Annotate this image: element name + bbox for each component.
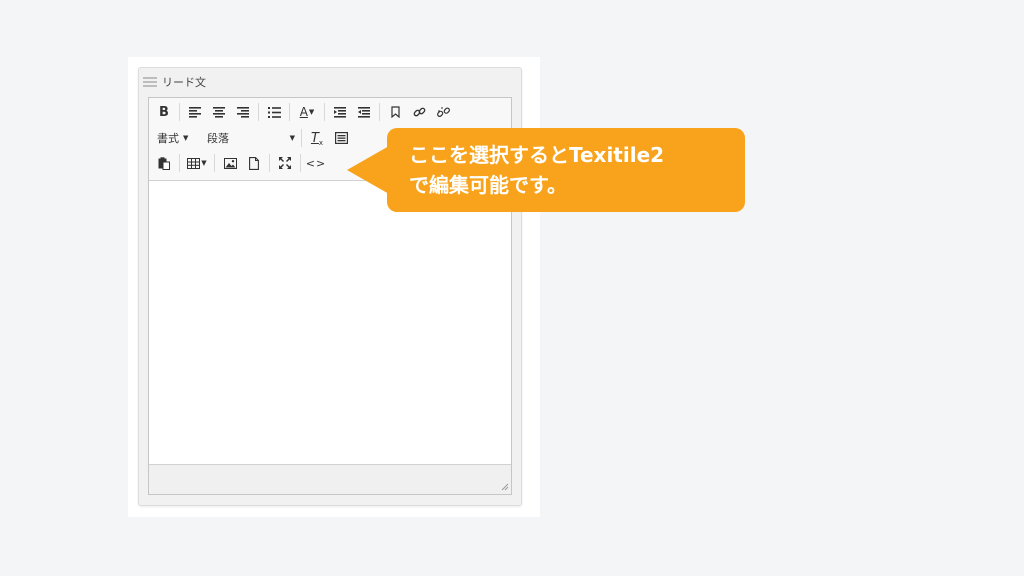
toolbar-separator xyxy=(300,154,301,172)
editor-statusbar xyxy=(149,464,511,494)
toolbar-separator xyxy=(289,103,290,121)
format-dropdown-label: 書式 xyxy=(157,132,179,145)
image-icon xyxy=(223,157,237,169)
table-button[interactable]: ▼ xyxy=(184,152,210,174)
unlink-icon xyxy=(436,106,450,117)
panel-title: リード文 xyxy=(162,76,206,89)
align-left-icon xyxy=(189,106,201,118)
callout-line-1: ここを選択するとTexitile2 xyxy=(409,143,665,167)
paste-icon xyxy=(158,156,170,170)
fullscreen-button[interactable] xyxy=(274,152,296,174)
link-icon xyxy=(413,107,425,116)
format-dropdown[interactable]: 書式 ▼ xyxy=(153,128,203,148)
paste-button[interactable] xyxy=(153,152,175,174)
toolbar-separator xyxy=(179,103,180,121)
callout-line-2: で編集可能です。 xyxy=(409,173,567,197)
paragraph-dropdown[interactable]: 段落 ▼ xyxy=(203,128,299,148)
toolbar-separator xyxy=(324,103,325,121)
panel-header[interactable]: リード文 xyxy=(143,74,206,90)
clear-format-label: T xyxy=(310,130,319,146)
source-code-icon: <> xyxy=(305,156,327,170)
clear-format-icon: Tx xyxy=(310,130,324,147)
toolbar-separator xyxy=(269,154,270,172)
toolbar-separator xyxy=(179,154,180,172)
toolbar-row-3: ▼ <> xyxy=(153,152,329,174)
bullet-list-icon xyxy=(267,106,281,118)
clear-format-button[interactable]: Tx xyxy=(306,127,328,149)
chevron-down-icon: ▼ xyxy=(201,159,207,167)
align-center-button[interactable] xyxy=(208,101,230,123)
outdent-icon xyxy=(358,106,370,118)
callout-pointer xyxy=(347,146,389,194)
table-icon xyxy=(187,157,201,169)
toolbar-row-2: 書式 ▼ 段落 ▼ Tx xyxy=(153,127,354,149)
outdent-button[interactable] xyxy=(353,101,375,123)
link-button[interactable] xyxy=(408,101,430,123)
bookmark-button[interactable] xyxy=(384,101,406,123)
resize-handle-icon[interactable] xyxy=(501,483,509,491)
unlink-button[interactable] xyxy=(432,101,454,123)
bold-button[interactable]: B xyxy=(153,101,175,123)
align-right-icon xyxy=(237,106,249,118)
image-button[interactable] xyxy=(219,152,241,174)
drag-handle-icon[interactable] xyxy=(143,77,157,87)
indent-icon xyxy=(334,106,346,118)
editor-content-area[interactable] xyxy=(149,181,511,464)
align-right-button[interactable] xyxy=(232,101,254,123)
toolbar-separator xyxy=(301,129,302,147)
chevron-down-icon: ▼ xyxy=(183,134,189,142)
block-icon xyxy=(334,132,348,144)
bookmark-icon xyxy=(390,106,400,118)
text-color-button[interactable]: A ▼ xyxy=(294,101,320,123)
toolbar-separator xyxy=(379,103,380,121)
new-document-button[interactable] xyxy=(243,152,265,174)
toolbar-row-1: B A ▼ xyxy=(153,101,456,123)
align-left-button[interactable] xyxy=(184,101,206,123)
chevron-down-icon: ▼ xyxy=(308,108,315,116)
bullet-list-button[interactable] xyxy=(263,101,285,123)
paragraph-dropdown-label: 段落 xyxy=(207,132,229,145)
source-code-button[interactable]: <> xyxy=(305,152,327,174)
callout-text: ここを選択するとTexitile2 で編集可能です。 xyxy=(409,140,739,200)
indent-button[interactable] xyxy=(329,101,351,123)
document-icon xyxy=(249,156,259,170)
toolbar-separator xyxy=(258,103,259,121)
callout-bubble: ここを選択するとTexitile2 で編集可能です。 xyxy=(387,128,745,212)
fullscreen-icon xyxy=(279,157,291,169)
text-color-icon: A xyxy=(299,105,308,119)
toolbar-separator xyxy=(214,154,215,172)
align-center-icon xyxy=(213,106,225,118)
chevron-down-icon: ▼ xyxy=(289,134,295,142)
